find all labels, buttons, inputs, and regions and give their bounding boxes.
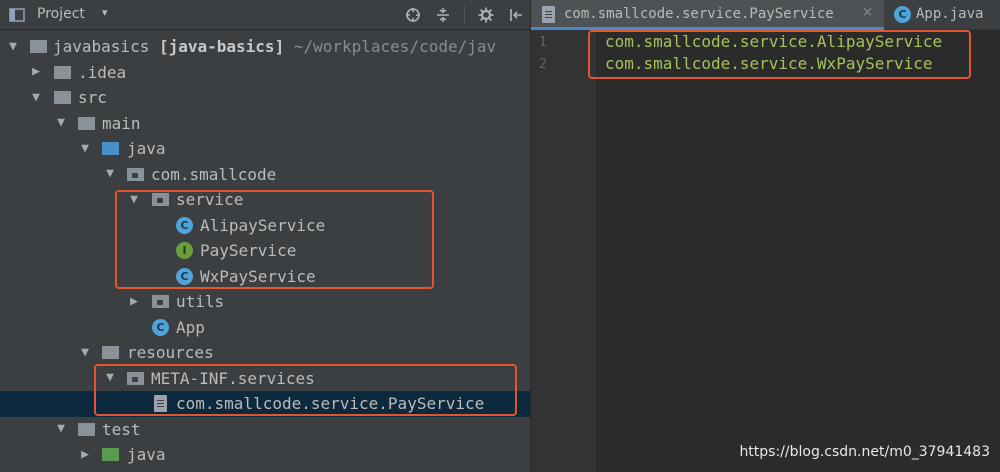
- text-file-icon: [542, 6, 555, 23]
- locate-icon[interactable]: [404, 6, 422, 24]
- gear-icon[interactable]: [477, 6, 495, 24]
- tree-node-label: src: [78, 88, 107, 107]
- folder-icon: [54, 65, 71, 79]
- tree-node-label: resources: [127, 343, 214, 362]
- editor-area: com.smallcode.service.PayService × C App…: [531, 0, 1000, 472]
- test-source-folder-icon: [102, 448, 119, 461]
- tree-node-package[interactable]: ▼ com.smallcode: [0, 162, 530, 188]
- tree-node-utils[interactable]: ▶ utils: [0, 289, 530, 315]
- tree-node-src[interactable]: ▼ src: [0, 85, 530, 111]
- line-number-gutter: 1 2: [531, 30, 595, 472]
- project-view-title[interactable]: Project: [37, 6, 85, 22]
- resources-folder-icon: [102, 346, 119, 359]
- expanded-arrow-icon[interactable]: ▼: [28, 89, 44, 105]
- tree-node-idea[interactable]: ▶ .idea: [0, 60, 530, 86]
- line-number: 1: [539, 35, 547, 50]
- tab-app-java[interactable]: C App.java: [884, 0, 1000, 30]
- hide-panel-icon[interactable]: [507, 6, 525, 24]
- project-panel-header: Project ▾: [0, 0, 530, 30]
- tab-label: com.smallcode.service.PayService: [564, 6, 834, 22]
- highlight-box-service-classes: [115, 190, 434, 289]
- folder-icon: [54, 91, 71, 104]
- tab-payservice[interactable]: com.smallcode.service.PayService ×: [531, 0, 884, 30]
- toolbar-divider: [464, 6, 465, 24]
- tree-node-label: java: [127, 139, 166, 158]
- expanded-arrow-icon[interactable]: ▼: [53, 421, 69, 437]
- collapsed-arrow-icon[interactable]: ▶: [77, 446, 93, 462]
- module-folder-icon: [30, 40, 47, 53]
- highlight-box-editor-content: [588, 30, 971, 79]
- tree-node-label: .idea: [78, 62, 127, 82]
- chevron-down-icon[interactable]: ▾: [102, 6, 108, 19]
- project-icon: [9, 8, 25, 22]
- line-number: 2: [539, 57, 547, 72]
- folder-icon: [78, 422, 95, 436]
- expanded-arrow-icon[interactable]: ▼: [77, 344, 93, 360]
- highlight-box-meta-inf: [94, 364, 517, 416]
- runnable-class-icon: C: [152, 318, 169, 336]
- close-icon[interactable]: ×: [862, 5, 873, 20]
- watermark-text: https://blog.csdn.net/m0_37941483: [739, 444, 990, 460]
- tab-label: App.java: [916, 6, 984, 22]
- tree-node-label: main: [102, 113, 141, 133]
- expanded-arrow-icon[interactable]: ▼: [77, 140, 93, 156]
- collapsed-arrow-icon[interactable]: ▶: [28, 64, 44, 80]
- expanded-arrow-icon[interactable]: ▼: [5, 38, 21, 54]
- root-module-name: javabasics: [53, 37, 150, 56]
- root-module-path: ~/workplaces/code/jav: [293, 37, 497, 56]
- tree-node-label: com.smallcode: [151, 164, 277, 184]
- project-toolbar: [404, 4, 525, 26]
- tree-node-test-java[interactable]: ▶ java: [0, 442, 530, 468]
- source-folder-icon: [102, 142, 119, 155]
- tree-node-label: utils: [176, 292, 225, 311]
- root-module-tag: [java-basics]: [158, 37, 285, 56]
- tree-node-label: java: [127, 445, 166, 464]
- tree-node-main[interactable]: ▼ main: [0, 111, 530, 137]
- tree-node-label: App: [176, 317, 205, 337]
- folder-icon: [78, 116, 95, 130]
- tree-node-resources[interactable]: ▼ resources: [0, 340, 530, 366]
- tree-node-java[interactable]: ▼ java: [0, 136, 530, 162]
- project-panel: Project ▾ ▼ javabasics [java-basics] ~/w…: [0, 0, 531, 472]
- collapse-all-icon[interactable]: [434, 6, 452, 24]
- expanded-arrow-icon[interactable]: ▼: [102, 166, 118, 182]
- editor-tab-bar: com.smallcode.service.PayService × C App…: [531, 0, 1000, 30]
- package-icon: [127, 167, 144, 181]
- tree-node-test[interactable]: ▼ test: [0, 417, 530, 443]
- class-icon: C: [894, 6, 911, 23]
- tree-node-root[interactable]: ▼ javabasics [java-basics] ~/workplaces/…: [0, 34, 530, 60]
- collapsed-arrow-icon[interactable]: ▶: [126, 293, 142, 309]
- tree-node-app[interactable]: C App: [0, 315, 530, 341]
- package-icon: [152, 295, 169, 308]
- tree-node-label: test: [102, 419, 141, 439]
- expanded-arrow-icon[interactable]: ▼: [53, 115, 69, 131]
